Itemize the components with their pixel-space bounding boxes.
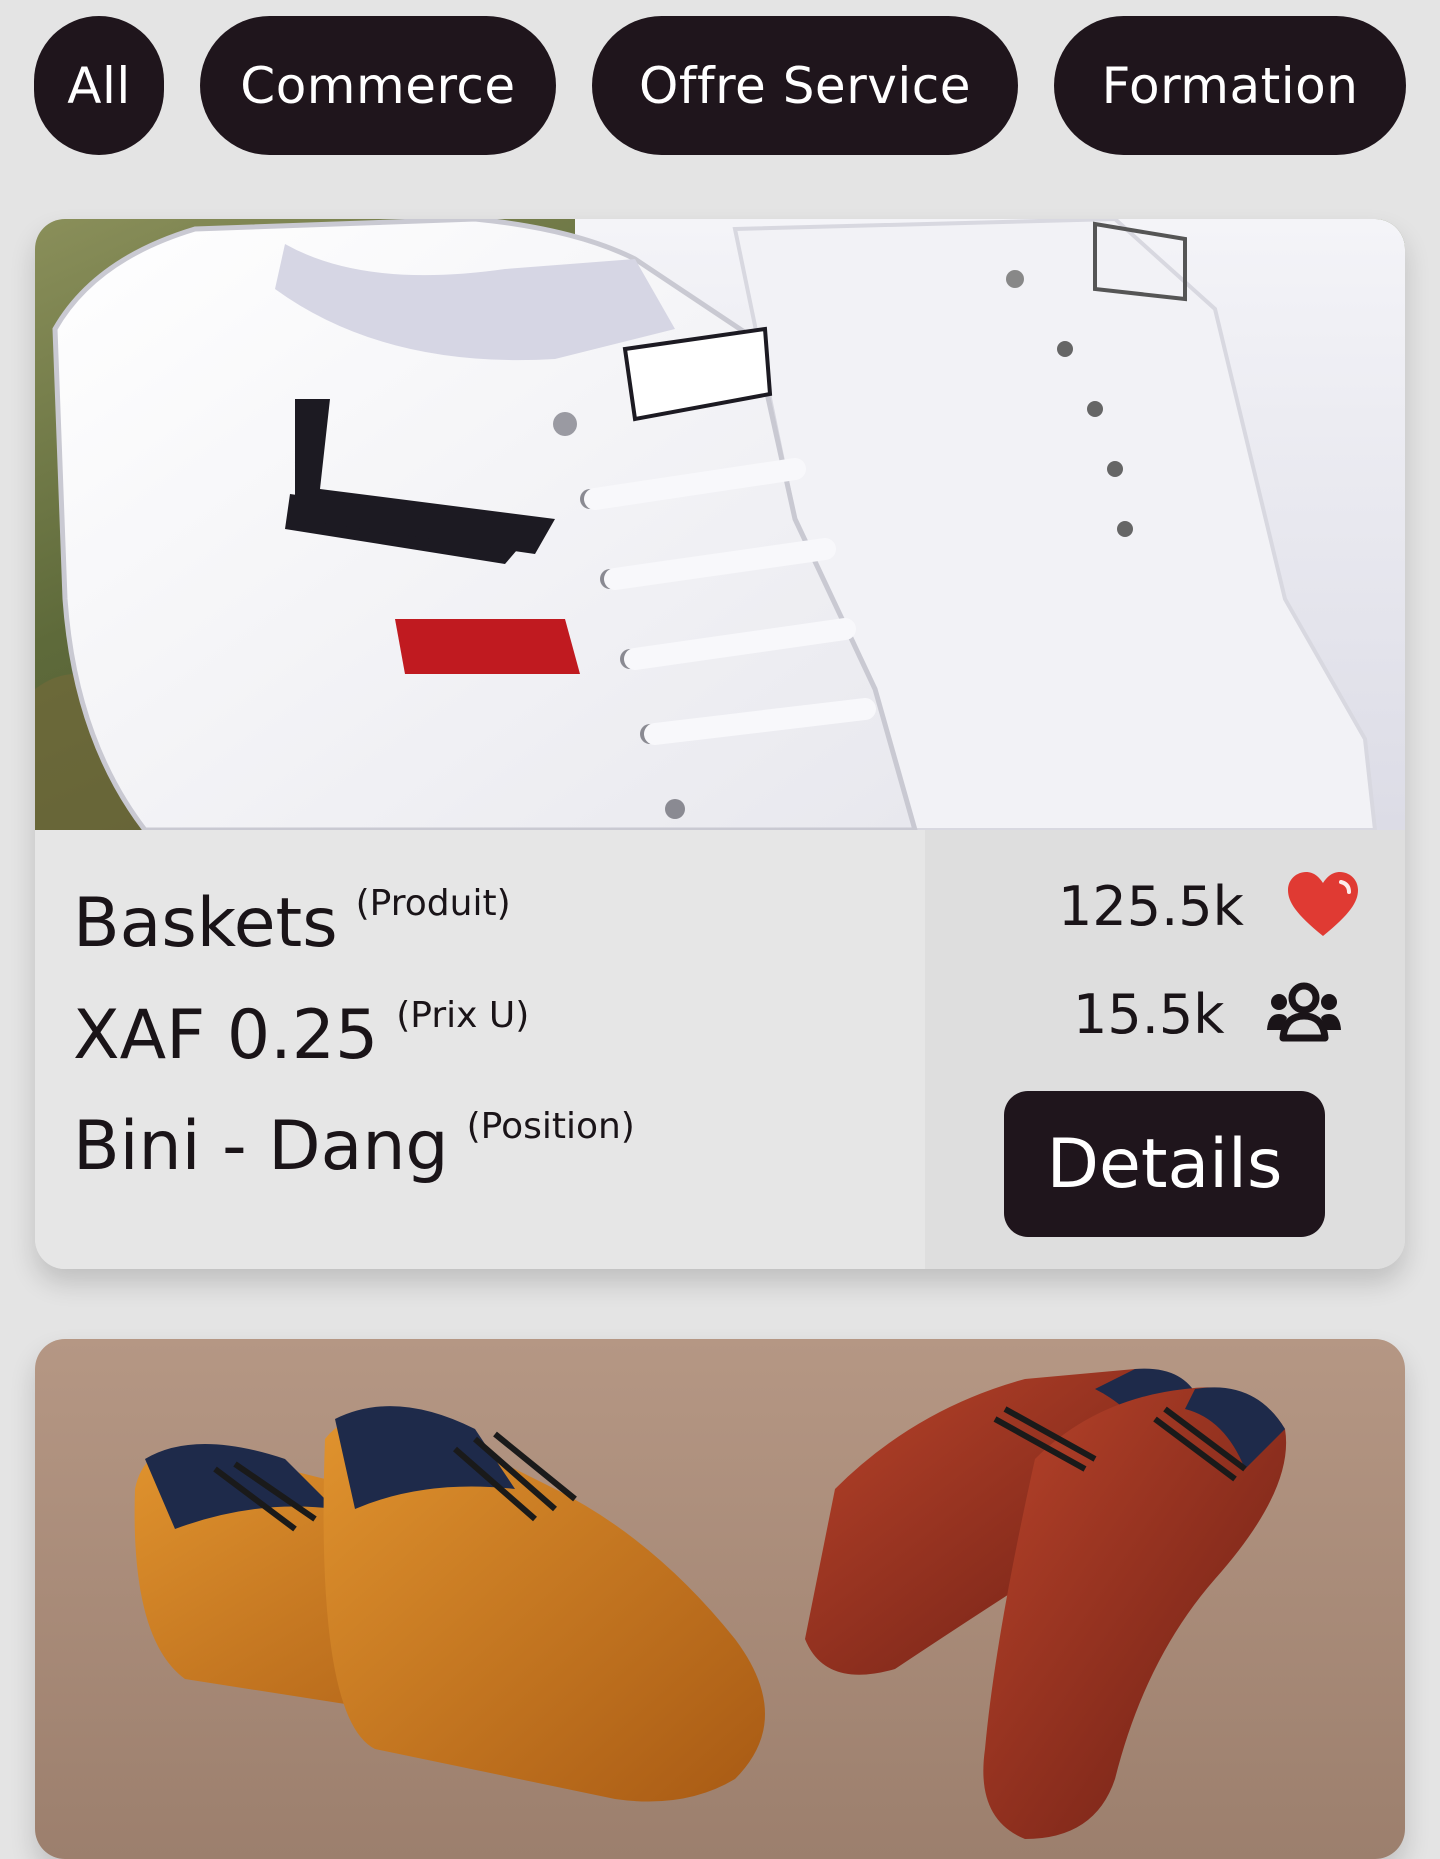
- position-tag: (Position): [466, 1106, 635, 1147]
- likes-stat[interactable]: 125.5k: [1058, 870, 1360, 942]
- brogue-shoes-photo[interactable]: [35, 1339, 1405, 1859]
- details-button[interactable]: Details: [1004, 1091, 1325, 1237]
- filter-chip-offre-service[interactable]: Offre Service: [592, 16, 1018, 155]
- price-row: XAF 0.25 (Prix U): [73, 996, 529, 1075]
- listing-card: [35, 1339, 1405, 1859]
- price-tag: (Prix U): [396, 995, 530, 1036]
- listing-stats: 125.5k 15.5k Details: [925, 830, 1405, 1269]
- product-name-row: Baskets (Produit): [73, 884, 511, 963]
- brogues-illustration: [35, 1339, 1405, 1859]
- product-name: Baskets: [73, 884, 338, 963]
- listing-card: Baskets (Produit) XAF 0.25 (Prix U) Bini…: [35, 219, 1405, 1269]
- users-icon: [1265, 982, 1343, 1046]
- filter-chip-commerce[interactable]: Commerce: [200, 16, 556, 155]
- category-filters: All Commerce Offre Service Formation: [0, 0, 1440, 180]
- followers-stat[interactable]: 15.5k: [1073, 982, 1343, 1046]
- listing-info: Baskets (Produit) XAF 0.25 (Prix U) Bini…: [35, 830, 925, 1269]
- followers-count: 15.5k: [1073, 982, 1225, 1046]
- product-price: XAF 0.25: [73, 996, 379, 1075]
- product-position: Bini - Dang: [73, 1107, 449, 1186]
- likes-count: 125.5k: [1058, 874, 1244, 938]
- sneakers-illustration: [35, 219, 1405, 830]
- white-sneakers-photo[interactable]: [35, 219, 1405, 830]
- heart-icon[interactable]: [1286, 870, 1360, 942]
- filter-chip-formation[interactable]: Formation: [1054, 16, 1406, 155]
- filter-chip-all[interactable]: All: [34, 16, 164, 155]
- position-row: Bini - Dang (Position): [73, 1107, 635, 1186]
- product-type-tag: (Produit): [355, 883, 511, 924]
